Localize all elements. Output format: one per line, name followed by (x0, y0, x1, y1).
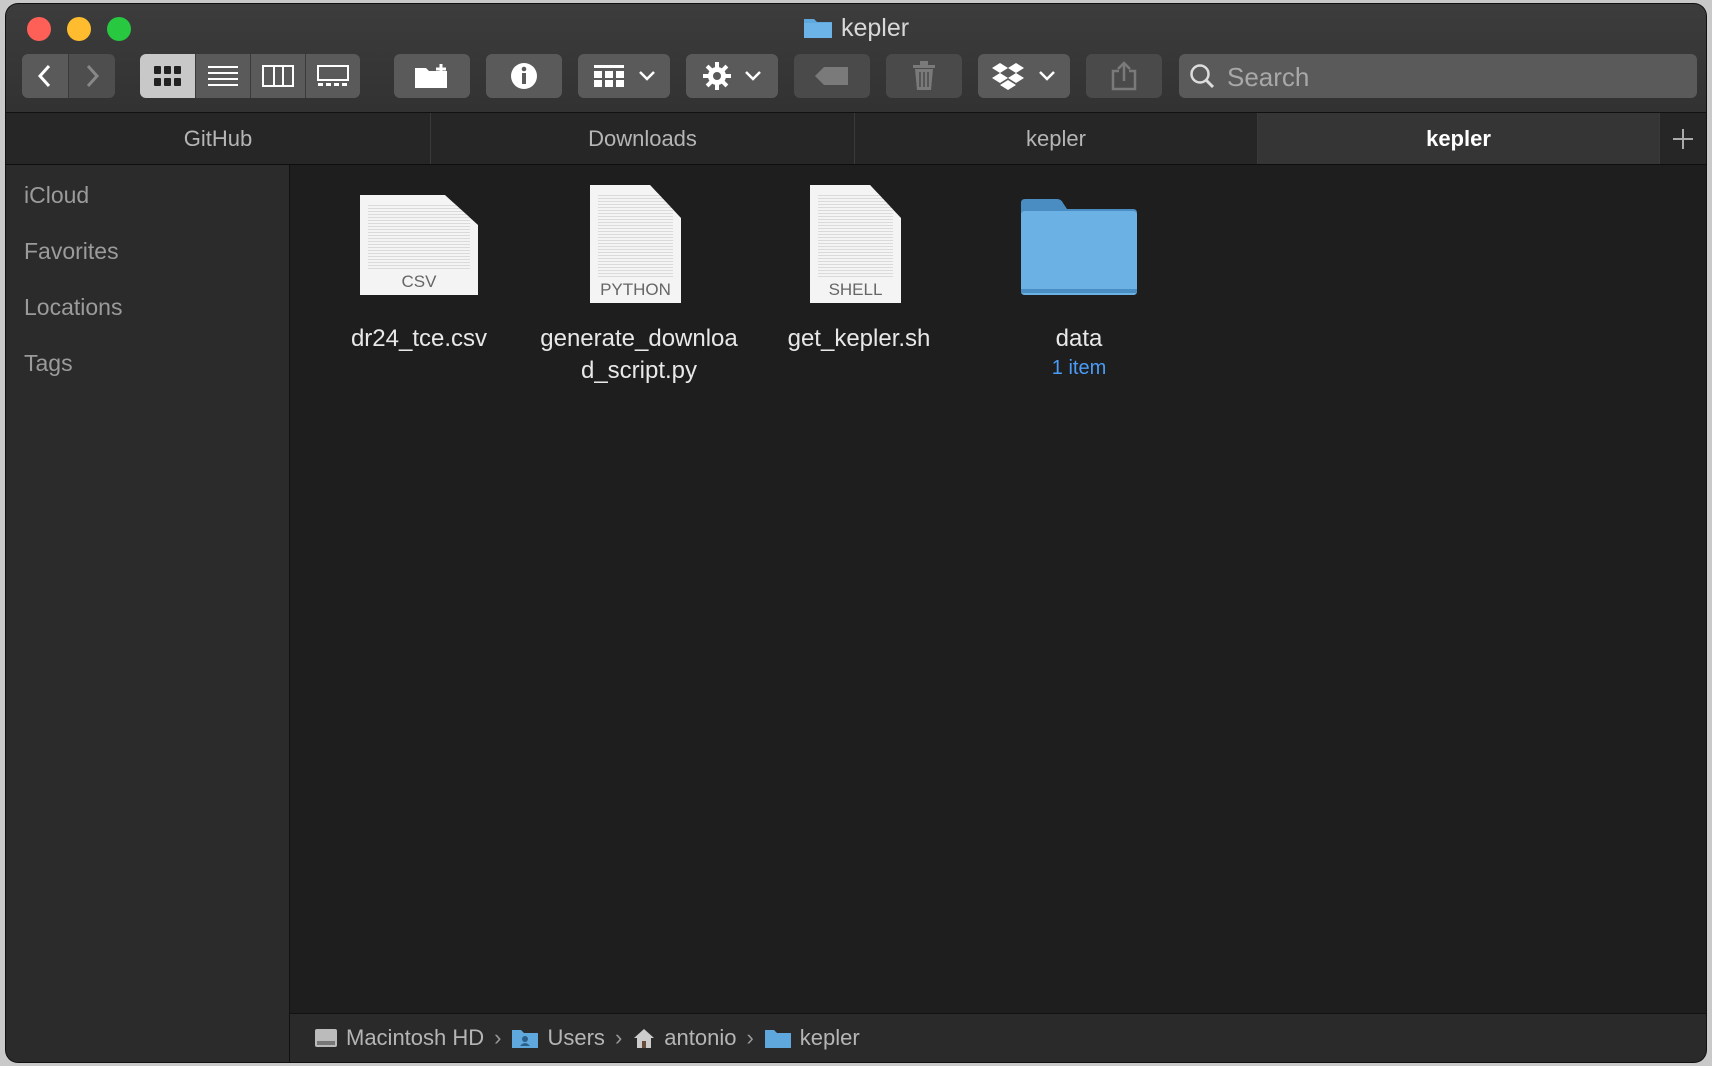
finder-window: kepler Search GitHub Downloads kepler ke… (6, 4, 1706, 1062)
chevron-left-icon (37, 64, 51, 88)
folder-icon (1019, 197, 1139, 302)
sidebar-item-tags[interactable]: Tags (24, 350, 73, 377)
path-item-users[interactable]: Users (511, 1025, 605, 1051)
path-separator: › (614, 1025, 623, 1050)
chevron-down-icon (1039, 71, 1055, 81)
new-folder-icon (415, 64, 447, 88)
path-separator: › (494, 1025, 502, 1050)
tab-bar: GitHub Downloads kepler kepler (6, 113, 1706, 165)
share-icon (1111, 61, 1137, 91)
trash-button[interactable] (886, 54, 962, 98)
toolbar: kepler (6, 4, 1706, 113)
chevron-down-icon (745, 71, 761, 81)
search-input[interactable] (1225, 54, 1689, 100)
new-folder-button[interactable] (394, 54, 470, 98)
plus-icon (1673, 128, 1693, 149)
get-info-button[interactable] (486, 54, 562, 98)
folder-icon (764, 1027, 792, 1049)
hard-drive-icon (314, 1027, 338, 1049)
path-item-macintosh-hd[interactable]: Macintosh HD (314, 1025, 484, 1051)
search-icon (1190, 64, 1215, 89)
file-type-label: PYTHON (600, 280, 671, 299)
file-name: dr24_tce.csv (350, 325, 488, 352)
back-button[interactable] (22, 54, 69, 98)
tab-kepler[interactable]: kepler (855, 113, 1258, 164)
sidebar-item-locations[interactable]: Locations (24, 294, 122, 321)
forward-button[interactable] (69, 54, 115, 98)
path-label: Users (547, 1025, 605, 1050)
group-by-button[interactable] (578, 54, 670, 98)
python-document-icon: PYTHON (590, 185, 681, 303)
tags-button[interactable] (794, 54, 870, 98)
shell-document-icon: SHELL (810, 185, 901, 303)
path-bar: Macintosh HD › Users › antonio › kepler (290, 1013, 1706, 1062)
gallery-view-button[interactable] (306, 54, 360, 98)
tab-kepler-active[interactable]: kepler (1258, 113, 1660, 164)
list-icon (208, 66, 238, 86)
info-icon (511, 63, 537, 89)
columns-icon (262, 65, 294, 87)
gallery-icon (317, 65, 349, 86)
file-type-label: SHELL (828, 280, 883, 299)
file-name-line2: d_script.py (580, 357, 698, 384)
list-view-button[interactable] (196, 54, 251, 98)
file-type-label: CSV (401, 272, 437, 291)
csv-document-icon: CSV (360, 195, 478, 295)
path-label: Macintosh HD (346, 1025, 485, 1050)
column-view-button[interactable] (251, 54, 306, 98)
path-item-kepler[interactable]: kepler (764, 1025, 860, 1051)
tag-icon (815, 67, 848, 85)
chevron-right-icon (86, 64, 100, 88)
group-grid-icon (594, 65, 624, 87)
home-icon (632, 1027, 656, 1049)
file-name: get_kepler.sh (787, 325, 931, 352)
view-mode-control (140, 54, 360, 98)
folder-name: data (1055, 325, 1103, 352)
file-name-line1: generate_downloa (540, 325, 738, 352)
trash-icon (913, 61, 935, 90)
path-item-antonio[interactable]: antonio (632, 1025, 736, 1051)
sidebar: iCloud Favorites Locations Tags (6, 165, 290, 1062)
file-browser: CSV dr24_tce.csv PYTHON generate_downloa… (290, 165, 1706, 1013)
folder-item-count: 1 item (1051, 357, 1107, 379)
share-button[interactable] (1086, 54, 1162, 98)
icon-grid-icon (153, 66, 181, 86)
gear-icon (703, 62, 731, 90)
sidebar-item-icloud[interactable]: iCloud (24, 182, 89, 209)
sidebar-item-favorites[interactable]: Favorites (24, 238, 119, 265)
dropbox-icon (992, 63, 1024, 90)
folder-icon (803, 15, 833, 46)
nav-buttons (22, 54, 115, 98)
tab-github[interactable]: GitHub (6, 113, 431, 164)
action-button[interactable] (686, 54, 778, 98)
search-field[interactable] (1179, 54, 1697, 100)
dropbox-button[interactable] (978, 54, 1070, 98)
path-separator: › (746, 1025, 754, 1050)
users-folder-icon (511, 1027, 539, 1049)
path-label: kepler (799, 1025, 860, 1050)
window-title-text: kepler (840, 14, 910, 42)
path-label: antonio (664, 1025, 737, 1050)
tab-downloads[interactable]: Downloads (431, 113, 855, 164)
icon-view-button[interactable] (140, 54, 196, 98)
window-title: kepler (6, 14, 1706, 46)
new-tab-button[interactable] (1660, 113, 1706, 164)
chevron-down-icon (639, 71, 655, 81)
